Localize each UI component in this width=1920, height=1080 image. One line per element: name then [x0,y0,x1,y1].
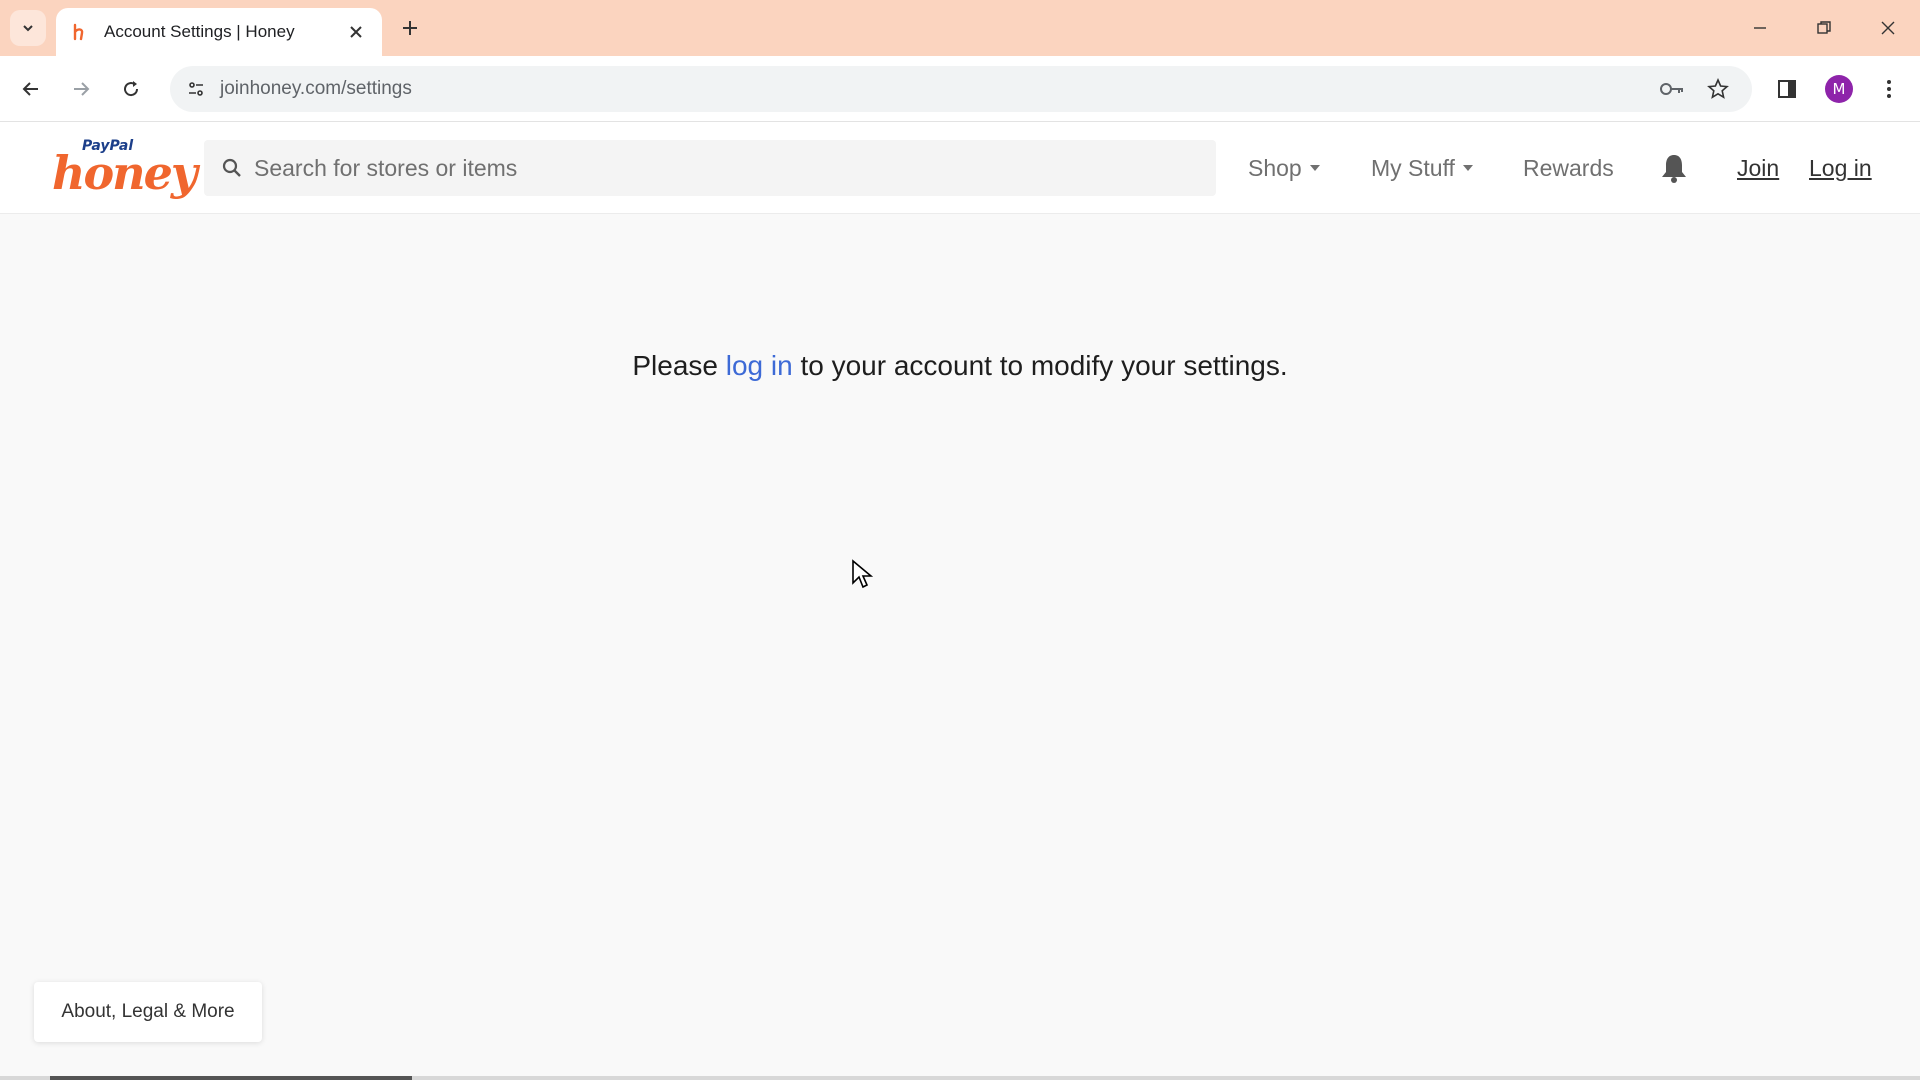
browser-toolbar: joinhoney.com/settings M [0,56,1920,122]
minimize-icon [1754,27,1766,29]
nav-shop[interactable]: Shop [1248,122,1320,214]
login-link[interactable]: log in [726,350,793,381]
tab-close-icon[interactable] [344,20,368,44]
login-nav-link[interactable]: Log in [1809,122,1872,214]
mouse-cursor-icon [852,559,873,589]
reload-icon [124,81,139,97]
message-text-after: to your account to modify your settings. [792,350,1288,381]
browser-tabstrip: Account Settings | Honey [0,0,1920,56]
chevron-down-icon [23,25,33,32]
search-box [204,140,1216,196]
side-panel-button[interactable] [1768,70,1806,108]
close-window-button[interactable] [1866,8,1910,48]
honey-favicon-icon [70,22,90,42]
arrow-left-icon [22,82,38,96]
close-icon [1881,21,1895,35]
plus-icon [403,21,417,35]
back-button[interactable] [12,70,50,108]
more-vertical-icon [1887,80,1891,98]
message-text-before: Please [632,350,726,381]
logo-honey-text: honey [52,146,198,200]
search-icon [222,158,241,177]
minimize-button[interactable] [1738,8,1782,48]
restore-button[interactable] [1802,8,1846,48]
arrow-right-icon [74,82,90,96]
restore-icon [1817,21,1831,34]
nav-rewards-label: Rewards [1523,155,1614,181]
forward-button[interactable] [62,70,100,108]
avatar: M [1825,75,1853,103]
password-key-icon[interactable] [1656,73,1688,105]
address-bar[interactable]: joinhoney.com/settings [170,66,1752,112]
tab-search-button[interactable] [10,10,46,46]
about-legal-more-button[interactable]: About, Legal & More [34,982,262,1042]
nav-shop-label: Shop [1248,155,1302,181]
site-header: PayPal honey Shop My Stuff Rewards Join … [0,122,1920,214]
search-input[interactable] [254,140,1194,196]
browser-menu-button[interactable] [1870,70,1908,108]
login-required-message: Please log in to your account to modify … [0,350,1920,382]
scrollbar-thumb[interactable] [50,1076,412,1080]
honey-logo[interactable]: PayPal honey [52,138,198,200]
nav-rewards[interactable]: Rewards [1523,122,1614,214]
tab-title: Account Settings | Honey [104,22,295,41]
bell-icon [1662,155,1686,183]
side-panel-icon [1778,80,1796,98]
bookmark-star-icon[interactable] [1702,73,1734,105]
reload-button[interactable] [112,70,150,108]
nav-my-stuff-label: My Stuff [1371,155,1455,181]
new-tab-button[interactable] [394,12,426,44]
site-info-icon[interactable] [180,73,212,105]
browser-tab-active[interactable]: Account Settings | Honey [56,8,382,56]
horizontal-scrollbar[interactable] [0,1076,1920,1080]
caret-down-icon [1309,165,1320,171]
profile-button[interactable]: M [1820,70,1858,108]
notifications-button[interactable] [1660,122,1688,214]
join-link[interactable]: Join [1737,122,1779,214]
nav-my-stuff[interactable]: My Stuff [1371,122,1473,214]
caret-down-icon [1462,165,1473,171]
address-bar-url: joinhoney.com/settings [220,78,412,99]
